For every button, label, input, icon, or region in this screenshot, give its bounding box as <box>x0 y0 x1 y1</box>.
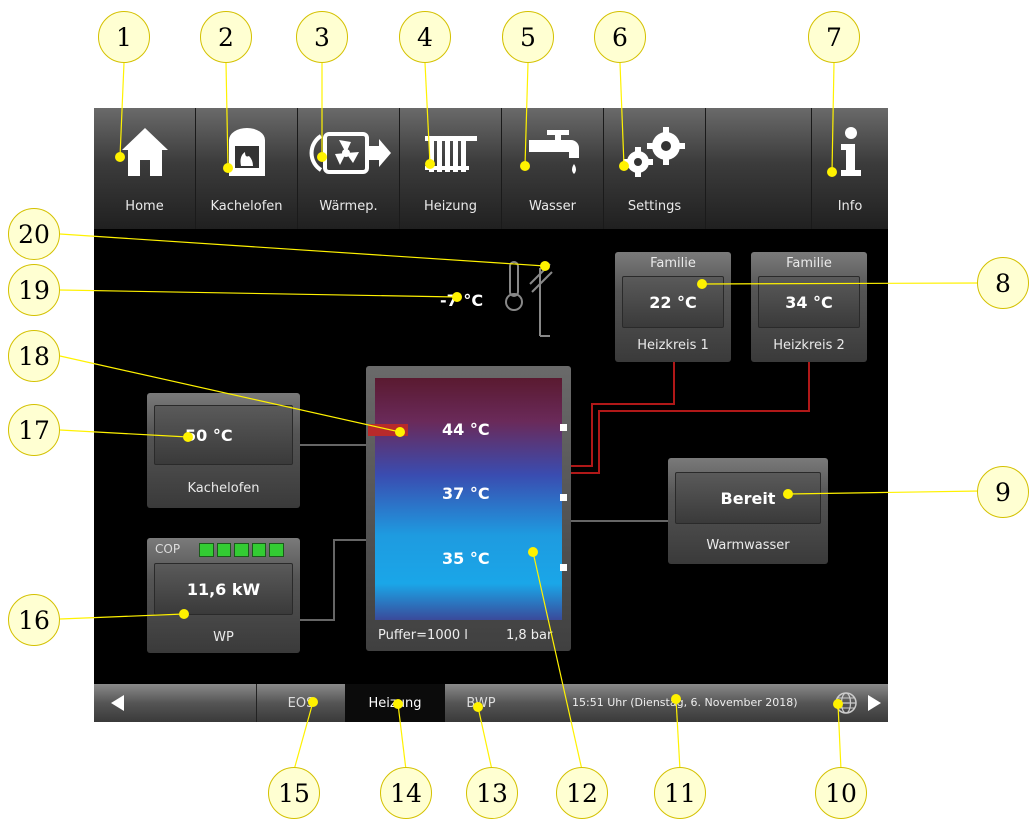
callout-dot <box>308 697 318 707</box>
callout-2: 2 <box>200 11 252 63</box>
callout-5: 5 <box>502 11 554 63</box>
callout-dot <box>619 161 629 171</box>
callout-dot <box>393 699 403 709</box>
callout-dot <box>697 279 707 289</box>
callout-13: 13 <box>466 767 518 819</box>
callout-1: 1 <box>98 11 150 63</box>
callout-14: 14 <box>380 767 432 819</box>
callout-10: 10 <box>815 767 867 819</box>
callout-dot <box>317 152 327 162</box>
callout-15: 15 <box>268 767 320 819</box>
callout-dot <box>540 261 550 271</box>
callout-17: 17 <box>8 404 60 456</box>
callout-7: 7 <box>808 11 860 63</box>
callout-dot <box>425 159 435 169</box>
callout-dot <box>223 163 233 173</box>
callout-leader-lines <box>59 62 983 771</box>
callout-dot <box>520 161 530 171</box>
callout-3: 3 <box>296 11 348 63</box>
callout-20: 20 <box>8 208 60 260</box>
callout-12: 12 <box>556 767 608 819</box>
callout-6: 6 <box>594 11 646 63</box>
callout-dot <box>827 167 837 177</box>
callout-dot <box>183 432 193 442</box>
callout-19: 19 <box>8 264 60 316</box>
callout-dot <box>473 702 483 712</box>
callout-8: 8 <box>977 257 1029 309</box>
callout-4: 4 <box>399 11 451 63</box>
callout-18: 18 <box>8 330 60 382</box>
callout-16: 16 <box>8 594 60 646</box>
callout-dot <box>395 427 405 437</box>
callout-dot <box>671 694 681 704</box>
callout-dot <box>528 547 538 557</box>
callout-9: 9 <box>977 466 1029 518</box>
callout-11: 11 <box>654 767 706 819</box>
callout-dot <box>833 699 843 709</box>
callout-dot <box>179 609 189 619</box>
callout-dot <box>115 152 125 162</box>
callout-dot <box>783 489 793 499</box>
callout-dot <box>452 292 462 302</box>
